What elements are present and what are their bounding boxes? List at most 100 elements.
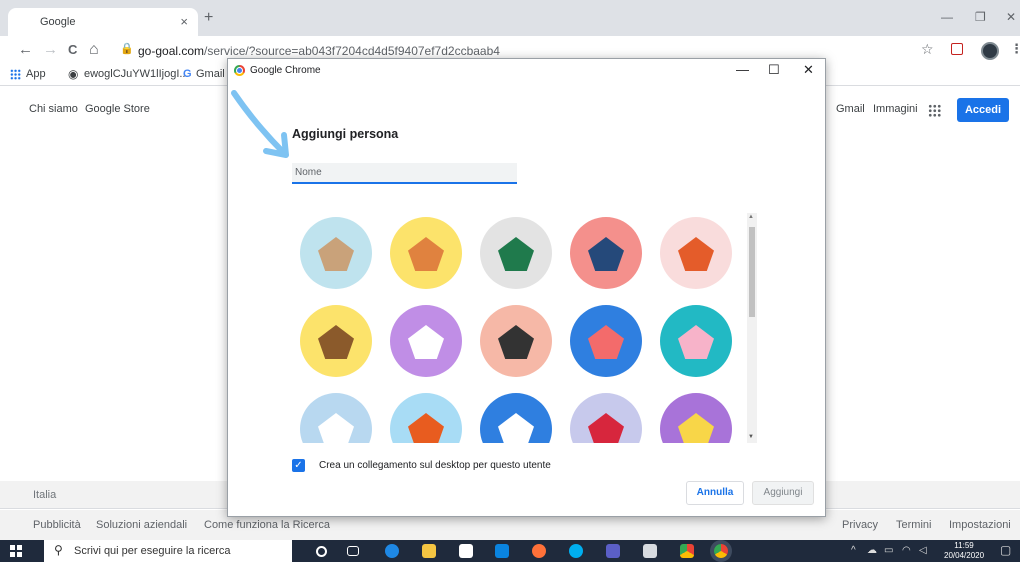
back-icon[interactable]: ←: [18, 41, 33, 59]
notification-icon[interactable]: ▢: [1000, 543, 1011, 557]
add-button[interactable]: Aggiungi: [752, 481, 814, 505]
immagini-link[interactable]: Immagini: [873, 103, 918, 115]
avatar-option-penguin[interactable]: [480, 305, 552, 377]
mail-icon[interactable]: [495, 544, 509, 558]
avatar-option-panda[interactable]: [390, 305, 462, 377]
file-explorer-icon[interactable]: [422, 544, 436, 558]
extension-icon[interactable]: [951, 43, 963, 55]
globe-icon: ◉: [68, 67, 79, 81]
close-window-icon[interactable]: ✕: [1006, 10, 1016, 24]
bookmark-app[interactable]: App: [26, 68, 46, 80]
home-icon[interactable]: ⌂: [89, 41, 99, 59]
footer-link-impostazioni[interactable]: Impostazioni: [949, 519, 1011, 531]
unicorn-icon: [318, 413, 354, 443]
dialog-titlebar: Google Chrome — ☐ ✕: [228, 59, 825, 83]
chi-siamo-link[interactable]: Chi siamo: [29, 103, 78, 115]
chrome-active-icon[interactable]: [714, 544, 728, 558]
battery-icon[interactable]: ▭: [884, 545, 893, 556]
add-person-dialog: Google Chrome — ☐ ✕ Aggiungi persona ▲ ▼…: [227, 58, 826, 517]
avatar-option-monkey[interactable]: [300, 305, 372, 377]
wifi-icon[interactable]: ◠: [902, 545, 911, 556]
scrollbar-thumb[interactable]: [749, 227, 755, 317]
volume-icon[interactable]: ◁: [919, 545, 927, 556]
bookmark-star-icon[interactable]: ☆: [921, 41, 934, 58]
butterfly-icon: [588, 325, 624, 359]
fox-icon: [678, 237, 714, 271]
store-icon[interactable]: [459, 544, 473, 558]
avatar-option-butterfly[interactable]: [570, 305, 642, 377]
footer-link-come-funziona[interactable]: Come funziona la Ricerca: [204, 519, 330, 531]
desktop-shortcut-label: Crea un collegamento sul desktop per que…: [319, 460, 551, 471]
scroll-up-icon[interactable]: ▲: [748, 214, 754, 220]
taskbar-clock[interactable]: 11:59 20/04/2020: [944, 541, 984, 561]
dialog-minimize-icon[interactable]: —: [736, 62, 749, 77]
dialog-close-icon[interactable]: ✕: [803, 62, 814, 78]
avatar-option-dragon[interactable]: [480, 217, 552, 289]
tab-close-icon[interactable]: ×: [180, 14, 188, 29]
task-view-icon[interactable]: [347, 546, 359, 556]
tab-title: Google: [40, 16, 76, 28]
tab-strip: Google × + — ❐ ✕: [0, 0, 1020, 36]
windows-taskbar: ⚲ Scrivi qui per eseguire la ricerca ^ ☁…: [0, 540, 1020, 562]
avatar-option-bicycle[interactable]: [480, 393, 552, 443]
avatar-option-bird[interactable]: [570, 393, 642, 443]
avatar-option-cheese[interactable]: [660, 393, 732, 443]
footer-link-termini[interactable]: Termini: [896, 519, 931, 531]
basketball-icon: [408, 413, 444, 443]
avatar-option-cat[interactable]: [300, 217, 372, 289]
footer-link-privacy[interactable]: Privacy: [842, 519, 878, 531]
name-input[interactable]: [292, 163, 517, 184]
footer-link-soluzioni[interactable]: Soluzioni aziendali: [96, 519, 187, 531]
cancel-button[interactable]: Annulla: [686, 481, 744, 505]
cloud-icon[interactable]: ☁: [867, 545, 877, 556]
corgi-icon: [408, 237, 444, 271]
reload-icon[interactable]: C: [68, 41, 77, 59]
avatar-option-elephant[interactable]: [570, 217, 642, 289]
chrome-taskbar-icon[interactable]: [680, 544, 694, 558]
avatar-option-unicorn[interactable]: [300, 393, 372, 443]
restore-window-icon[interactable]: ❐: [975, 10, 986, 24]
tray-chevron-icon[interactable]: ^: [851, 545, 856, 556]
new-tab-icon[interactable]: +: [204, 9, 213, 27]
minimize-window-icon[interactable]: —: [941, 10, 953, 24]
cheese-icon: [678, 413, 714, 443]
taskbar-search-box[interactable]: ⚲ Scrivi qui per eseguire la ricerca: [44, 540, 292, 562]
edge-icon[interactable]: [385, 544, 399, 558]
avatar-option-rabbit[interactable]: [660, 305, 732, 377]
avatar-option-basketball[interactable]: [390, 393, 462, 443]
bookmark-gmail[interactable]: Gmail: [196, 68, 225, 80]
cortana-icon[interactable]: [316, 546, 327, 557]
google-apps-icon[interactable]: [928, 104, 941, 117]
avatar-grid: [292, 209, 738, 443]
taskbar-search-placeholder: Scrivi qui per eseguire la ricerca: [74, 545, 231, 557]
profile-avatar[interactable]: [981, 42, 999, 60]
browser-tab[interactable]: Google ×: [8, 8, 198, 36]
elephant-icon: [588, 237, 624, 271]
dialog-title: Google Chrome: [250, 65, 321, 76]
dialog-heading: Aggiungi persona: [292, 127, 399, 141]
teams-icon[interactable]: [606, 544, 620, 558]
skype-icon[interactable]: [569, 544, 583, 558]
search-icon: ⚲: [54, 543, 63, 557]
accedi-button[interactable]: Accedi: [957, 98, 1009, 122]
avatar-option-fox[interactable]: [660, 217, 732, 289]
clock-time: 11:59: [954, 541, 974, 550]
scroll-down-icon[interactable]: ▼: [748, 434, 754, 440]
bookmark-item[interactable]: ewoglCJuYW1lIjogI...: [84, 68, 189, 80]
desktop-shortcut-checkbox[interactable]: ✓: [292, 459, 305, 472]
panda-icon: [408, 325, 444, 359]
dialog-maximize-icon[interactable]: ☐: [768, 62, 780, 78]
windows-start-icon[interactable]: [10, 545, 22, 557]
lock-icon: 🔒: [120, 43, 134, 55]
forward-icon[interactable]: →: [43, 41, 58, 59]
gmail-link[interactable]: Gmail: [836, 103, 865, 115]
cat-icon: [318, 237, 354, 271]
firefox-icon[interactable]: [532, 544, 546, 558]
chrome-menu-icon[interactable]: ⋮: [1010, 41, 1020, 57]
google-store-link[interactable]: Google Store: [85, 103, 150, 115]
notepad-icon[interactable]: [643, 544, 657, 558]
apps-grid-icon[interactable]: [10, 69, 21, 80]
footer-link-pubblicita[interactable]: Pubblicità: [33, 519, 81, 531]
penguin-icon: [498, 325, 534, 359]
avatar-option-corgi[interactable]: [390, 217, 462, 289]
